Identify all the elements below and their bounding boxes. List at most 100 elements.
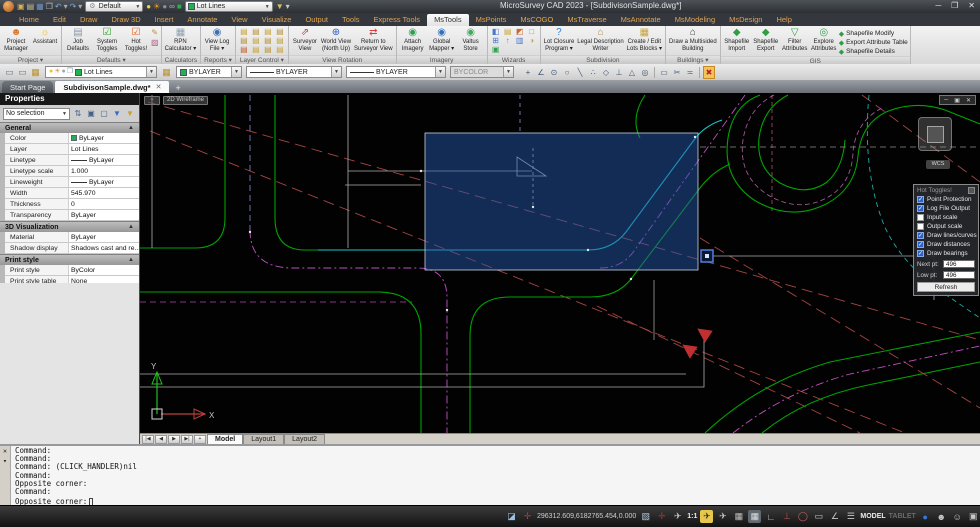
multisided-building-button[interactable]: ⌂Draw a Multisided Building xyxy=(668,27,718,52)
surveyor-view-button[interactable]: ⇗Surveyor View xyxy=(291,27,319,52)
property-value[interactable]: ByLayer xyxy=(69,155,139,165)
ribbon-tab-annotate[interactable]: Annotate xyxy=(180,14,224,26)
hot-toggle-output-scale[interactable]: Output scale xyxy=(917,222,975,231)
ribbon-group-label[interactable]: Buildings ▾ xyxy=(666,55,720,64)
view-cube[interactable] xyxy=(918,117,952,151)
esnap-icon[interactable]: ✈ xyxy=(671,510,684,523)
ribbon-tab-tools[interactable]: Tools xyxy=(335,14,367,26)
snap-icon-9[interactable]: ◎ xyxy=(639,66,651,79)
checkbox-icon[interactable]: ✓ xyxy=(917,205,924,212)
checkbox-icon[interactable]: ✓ xyxy=(917,250,924,257)
quick-select-icon[interactable]: ▣ xyxy=(85,108,97,120)
layout-tab-layout2[interactable]: Layout2 xyxy=(284,434,325,444)
sphere-icon[interactable]: ● xyxy=(919,510,932,523)
wizard-icon[interactable]: ↑ xyxy=(502,36,514,45)
property-row[interactable]: LineweightByLayer xyxy=(5,177,139,188)
wizard-icon[interactable]: ▤ xyxy=(502,27,514,36)
layer-prev-icon[interactable]: ▭ xyxy=(4,67,15,78)
angle-icon[interactable]: ∠ xyxy=(828,510,841,523)
snap-icon-4[interactable]: ╲ xyxy=(574,66,586,79)
ribbon-tab-edit[interactable]: Edit xyxy=(46,14,73,26)
filter-icon[interactable]: ▼ xyxy=(275,1,285,12)
minimize-button[interactable]: ─ xyxy=(935,1,941,10)
system-toggles-button[interactable]: ☑System Toggles xyxy=(93,27,121,52)
wizard-icon[interactable]: ◑ xyxy=(526,36,538,45)
property-row[interactable]: Shadow displayShadows cast and re... xyxy=(5,243,139,254)
ribbon-tab-help[interactable]: Help xyxy=(769,14,798,26)
wizard-icon[interactable]: ▥ xyxy=(514,36,526,45)
lineweight-combo[interactable]: BYLAYER ▼ xyxy=(246,66,342,78)
hot-toggle-input-scale[interactable]: Input scale xyxy=(917,213,975,222)
viewport-minimize-icon[interactable]: ─ xyxy=(944,97,948,103)
layout-nav-1[interactable]: ◀ xyxy=(155,435,167,444)
snap-icon-6[interactable]: ◇ xyxy=(600,66,612,79)
layer-tool-icon[interactable]: ▤ xyxy=(238,27,250,36)
collapse-icon[interactable]: ▲ xyxy=(128,224,134,230)
snap-icon-7[interactable]: ⊥ xyxy=(613,66,625,79)
checkbox-icon[interactable]: ✓ xyxy=(917,196,924,203)
rpn-calculator-button[interactable]: ▦RPN Calculator ▾ xyxy=(164,27,198,52)
refresh-button[interactable]: Refresh xyxy=(917,282,975,292)
selection-combo[interactable]: No selection ▼ xyxy=(3,108,70,120)
filter-yellow-icon[interactable]: ▼ xyxy=(124,108,136,120)
close-command-icon[interactable]: ✕ xyxy=(3,447,7,455)
collapse-icon[interactable]: ▲ xyxy=(128,125,134,131)
command-prompt[interactable]: Opposite corner: xyxy=(11,497,980,505)
ribbon-tab-msmodeling[interactable]: MsModeling xyxy=(668,14,722,26)
snap-icon-1[interactable]: ∠ xyxy=(535,66,547,79)
toggle-value-icon[interactable]: ⇅ xyxy=(72,108,84,120)
close-icon[interactable] xyxy=(968,187,975,194)
hot-toggle-draw-bearings[interactable]: ✓Draw bearings xyxy=(917,249,975,258)
property-value[interactable]: Shadows cast and re... xyxy=(69,243,139,253)
hot-toggle-draw-lines-curves[interactable]: ✓Draw lines/curves xyxy=(917,231,975,240)
sun-icon[interactable]: ☀ xyxy=(152,1,161,12)
new-icon[interactable]: ▤ xyxy=(26,1,36,12)
snap-icon-10[interactable]: ▭ xyxy=(658,66,670,79)
print-icon[interactable]: ❒ xyxy=(45,1,54,12)
scale-text[interactable]: 1:1 xyxy=(687,513,697,520)
pin-icon[interactable]: ⊥ xyxy=(780,510,793,523)
wizard-icon[interactable]: ◩ xyxy=(514,27,526,36)
layer-tool-icon[interactable]: ▤ xyxy=(274,45,286,54)
ribbon-group-label[interactable]: Project ▾ xyxy=(0,55,61,64)
ribbon-tab-insert[interactable]: Insert xyxy=(148,14,181,26)
property-value[interactable]: ByColor xyxy=(69,265,139,275)
snap-icon-3[interactable]: ○ xyxy=(561,66,573,79)
wizard-icon[interactable]: ⊞ xyxy=(490,36,502,45)
hot-toggle-log-file-output[interactable]: ✓Log File Output xyxy=(917,204,975,213)
property-row[interactable]: Thickness0 xyxy=(5,199,139,210)
ribbon-tab-view[interactable]: View xyxy=(224,14,254,26)
layer-tool-icon[interactable]: ▤ xyxy=(262,36,274,45)
users-icon[interactable]: ☻ xyxy=(935,510,948,523)
property-value[interactable]: 545.970 xyxy=(69,188,139,198)
layer-tool-icon[interactable]: ▤ xyxy=(274,27,286,36)
polar-icon[interactable]: ✈ xyxy=(716,510,729,523)
lot-closure-button[interactable]: ?Lot Closure Program ▾ xyxy=(543,27,576,52)
bulb-icon[interactable]: ● xyxy=(145,1,152,12)
ribbon-group-label[interactable]: Subdivision xyxy=(541,55,665,64)
wizard-icon[interactable]: ◧ xyxy=(490,27,502,36)
list-icon[interactable]: ☰ xyxy=(844,510,857,523)
property-value[interactable]: Lot Lines xyxy=(69,144,139,154)
section-header-print-style[interactable]: Print style▲ xyxy=(0,254,139,265)
property-row[interactable]: Width545.970 xyxy=(5,188,139,199)
viewport-control-visual-style[interactable]: 2D Wireframe xyxy=(163,96,208,105)
app-logo-icon[interactable] xyxy=(3,1,14,12)
ribbon-tab-mstools[interactable]: MsTools xyxy=(427,14,469,26)
property-value[interactable]: ByLayer xyxy=(69,133,139,143)
property-row[interactable]: Print style tableNone xyxy=(5,276,139,283)
redo-icon[interactable]: ↷ xyxy=(69,1,78,12)
property-row[interactable]: LinetypeByLayer xyxy=(5,155,139,166)
legal-description-button[interactable]: ⌂Legal Description Writer xyxy=(576,27,624,52)
property-row[interactable]: LayerLot Lines xyxy=(5,144,139,155)
layer-tool-icon[interactable]: ▤ xyxy=(250,45,262,54)
table-icon[interactable]: ▦ xyxy=(748,510,761,523)
property-row[interactable]: ColorByLayer xyxy=(5,133,139,144)
layer-combo[interactable]: ●☀●❒ Lot Lines ▼ xyxy=(45,66,157,78)
ribbon-group-label[interactable]: Layer Control ▾ xyxy=(236,55,288,64)
wizard-icon[interactable]: ▣ xyxy=(490,45,502,54)
checkbox-icon[interactable] xyxy=(917,214,924,221)
ribbon-tab-mscogo[interactable]: MsCOGO xyxy=(513,14,560,26)
ribbon-tab-home[interactable]: Home xyxy=(12,14,46,26)
shapefile-import-button[interactable]: ◆Shapefile Import xyxy=(723,27,751,52)
